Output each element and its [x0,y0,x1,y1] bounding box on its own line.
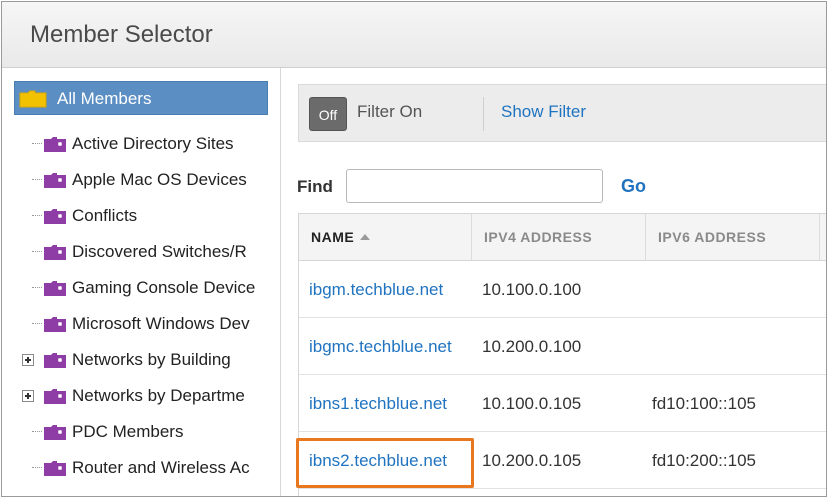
group-icon [43,388,67,405]
tree-item-discovered-switches[interactable]: Discovered Switches/R [2,234,280,270]
tree-item-label: Gaming Console Device [72,278,256,297]
group-icon [43,208,67,225]
show-filter-link[interactable]: Show Filter [501,102,586,122]
tree-item-microsoft-windows-devices[interactable]: Microsoft Windows Dev [2,306,280,342]
filter-toggle-button[interactable]: Off [309,97,347,131]
window-title: Member Selector [30,21,213,48]
member-name-link[interactable]: ibns1.techblue.net [309,375,447,432]
expand-plus-icon[interactable] [22,354,34,366]
expand-plus-icon[interactable] [22,390,34,402]
group-icon [43,424,67,441]
ipv6-cell: fd10:100::105 [652,394,756,413]
tree-item-label: Router and Wireless Ac [72,458,250,477]
ipv4-cell: 10.100.0.105 [482,394,582,413]
tree-item-active-directory-sites[interactable]: Active Directory Sites [2,126,280,162]
ipv6-cell: fd10:200::105 [652,451,756,470]
column-header-ipv6[interactable]: IPV6 ADDRESS [646,214,820,261]
group-icon [43,352,67,369]
find-input[interactable] [346,169,603,203]
tree-root-label: All Members [57,89,152,108]
go-button[interactable]: Go [621,176,646,197]
tree-item-label: Networks by Departme [72,386,245,405]
group-icon [43,172,67,189]
filter-bar: Off Filter On Show Filter [298,84,826,142]
tree-item-label: Conflicts [72,206,138,225]
title-bar: Member Selector [2,2,826,68]
members-table: NAME IPV4 ADDRESS IPV6 ADDRESS ibgm.tech… [298,213,826,496]
tree-item-networks-by-department[interactable]: Networks by Departme [2,378,280,414]
tree-item-apple-mac-os-devices[interactable]: Apple Mac OS Devices [2,162,280,198]
tree-item-label: Discovered Switches/R [72,242,247,261]
find-label: Find [297,177,333,196]
filter-divider [483,97,484,131]
member-tree: All Members Active Directory Sites Apple… [2,68,281,496]
tree-item-label: PDC Members [72,422,184,441]
folder-icon [19,90,47,113]
member-name-link[interactable]: ibgmc.techblue.net [309,318,452,375]
sort-ascending-icon [360,234,371,240]
column-header-ipv4[interactable]: IPV4 ADDRESS [472,214,646,261]
tree-item-pdc-members[interactable]: PDC Members [2,414,280,450]
group-icon [43,244,67,261]
ipv4-cell: 10.100.0.100 [482,280,582,299]
table-row[interactable]: ibns1.techblue.net 10.100.0.105 fd10:100… [299,375,826,432]
tree-item-label: Networks by Building [72,350,231,369]
table-header: NAME IPV4 ADDRESS IPV6 ADDRESS [299,214,826,261]
tree-item-router-and-wireless[interactable]: Router and Wireless Ac [2,450,280,486]
tree-item-gaming-console-devices[interactable]: Gaming Console Device [2,270,280,306]
tree-item-label: Apple Mac OS Devices [72,170,247,189]
group-icon [43,460,67,477]
ipv4-cell: 10.200.0.100 [482,337,582,356]
filter-status-label: Filter On [357,102,423,121]
group-icon [43,280,67,297]
table-row[interactable]: ibgm.techblue.net 10.100.0.100 [299,261,826,318]
table-row[interactable]: ibns2.techblue.net 10.200.0.105 fd10:200… [299,432,826,489]
ipv4-cell: 10.200.0.105 [482,451,582,470]
column-header-name[interactable]: NAME [299,214,472,261]
member-name-link[interactable]: ibns2.techblue.net [309,432,447,489]
tree-item-conflicts[interactable]: Conflicts [2,198,280,234]
member-name-link[interactable]: ibgm.techblue.net [309,261,443,318]
tree-root-all-members[interactable]: All Members [14,81,268,115]
tree-item-label: Microsoft Windows Dev [72,314,250,333]
group-icon [43,136,67,153]
table-row[interactable]: ibgmc.techblue.net 10.200.0.100 [299,318,826,375]
tree-item-label: Active Directory Sites [72,134,234,153]
group-icon [43,316,67,333]
tree-item-networks-by-building[interactable]: Networks by Building [2,342,280,378]
member-selector-window: Member Selector All Members Active Direc… [1,1,827,497]
